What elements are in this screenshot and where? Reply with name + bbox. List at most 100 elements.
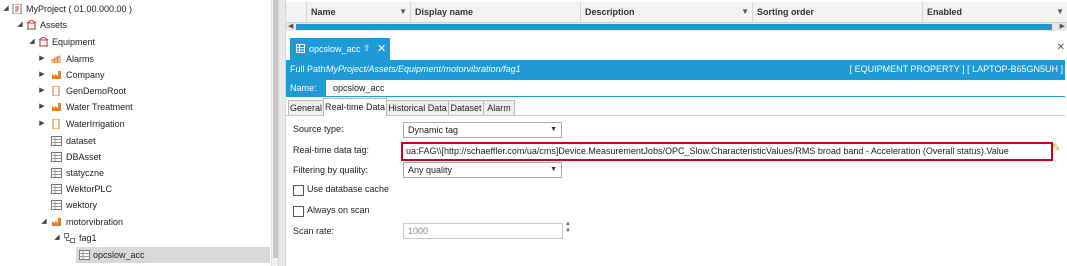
tree-label-equipment: Equipment: [52, 37, 96, 47]
tree-label-motorvibration: motorvibration: [66, 217, 124, 227]
scrollbar-thumb[interactable]: [296, 24, 1052, 30]
tab-dataset[interactable]: Dataset: [448, 100, 484, 115]
table-icon: [51, 152, 62, 162]
grid-column-description[interactable]: Description ▼: [580, 2, 752, 22]
filter-icon[interactable]: ▼: [399, 2, 407, 22]
tag-browse-icon[interactable]: ✎: [1052, 143, 1060, 154]
tree-item-water-treatment[interactable]: ▶ Water Treatment: [0, 99, 270, 115]
tree-item-company[interactable]: ▶ Company: [0, 67, 270, 83]
name-input[interactable]: opcslow_acc: [326, 80, 1065, 96]
asset-tree: ◢ MyProject ( 01.00.000.00 ) ◢ Assets ◢ …: [0, 0, 278, 266]
tree-scrollbar[interactable]: [271, 0, 278, 266]
grid-column-display-name[interactable]: Display name: [410, 2, 580, 22]
filter-icon[interactable]: ▼: [741, 2, 749, 22]
table-icon: [51, 136, 62, 146]
full-path-value: MyProject/Assets/Equipment/motorvibratio…: [326, 64, 521, 74]
expand-arrow-icon[interactable]: ▶: [38, 99, 46, 115]
grid-header: Name ▼ Display name Description ▼ Sortin…: [286, 2, 1067, 23]
tree-label-alarms: Alarms: [66, 54, 95, 64]
scan-rate-stepper[interactable]: ▲ ▼: [565, 221, 571, 235]
filter-icon[interactable]: ▼: [1056, 2, 1064, 22]
factory-icon: [52, 71, 61, 79]
tree-label-opcslow-acc: opcslow_acc: [93, 250, 145, 260]
tree-label-gendemoroot: GenDemoRoot: [66, 86, 127, 96]
tab-historical-data[interactable]: Historical Data: [386, 100, 449, 115]
factory-icon: [52, 103, 61, 111]
folder-icon: [52, 86, 60, 96]
panel-close-icon[interactable]: ✕: [1057, 42, 1065, 53]
collapse-arrow-icon[interactable]: ◢: [2, 1, 10, 17]
tree-item-wektory[interactable]: wektory: [0, 197, 270, 213]
expand-arrow-icon[interactable]: ▶: [38, 116, 46, 132]
collapse-arrow-icon[interactable]: ◢: [40, 214, 48, 230]
expand-arrow-icon[interactable]: ▶: [38, 67, 46, 83]
full-path-bar: Full Path: MyProject/Assets/Equipment/mo…: [286, 60, 1065, 79]
scroll-right-icon[interactable]: ▶: [1060, 23, 1065, 31]
expand-arrow-icon[interactable]: ▶: [38, 83, 46, 99]
tree-label-water-treatment: Water Treatment: [66, 102, 133, 112]
tree-item-assets[interactable]: ◢ Assets: [0, 17, 270, 33]
grid-column-sorting-order[interactable]: Sorting order: [752, 2, 922, 22]
column-label: Description: [585, 7, 635, 17]
full-path-label: Full Path:: [290, 64, 329, 74]
tab-general[interactable]: General: [288, 100, 324, 115]
tree-label-assets: Assets: [40, 20, 68, 30]
pin-icon[interactable]: ⇧: [363, 43, 371, 54]
tree-label-statyczne: statyczne: [66, 168, 105, 178]
grid-row-header: [286, 2, 306, 22]
expand-arrow-icon[interactable]: ▶: [38, 51, 46, 67]
tree-item-fag1[interactable]: ◢ fag1: [0, 230, 270, 246]
document-tab-title: opcslow_acc: [309, 44, 361, 54]
table-icon: [51, 184, 62, 194]
table-icon: [296, 44, 305, 53]
tree-item-dataset[interactable]: dataset: [0, 133, 270, 149]
grid-column-name[interactable]: Name ▼: [306, 2, 410, 22]
scroll-left-icon[interactable]: ◀: [288, 23, 293, 31]
document-tab[interactable]: opcslow_acc ⇧ ✕: [290, 38, 390, 60]
equipment-icon: [38, 37, 49, 47]
tree-item-waterirrigation[interactable]: ▶ WaterIrrigation: [0, 116, 270, 132]
source-type-value: Dynamic tag: [408, 125, 459, 135]
realtime-tag-label: Real-time data tag:: [293, 145, 370, 155]
tree-label-wektorplc: WektorPLC: [66, 184, 112, 194]
tab-real-time-data[interactable]: Real-time Data: [323, 98, 387, 116]
collapse-arrow-icon[interactable]: ◢: [28, 34, 36, 50]
tree-item-opcslow-acc[interactable]: opcslow_acc: [76, 247, 270, 263]
realtime-tag-input[interactable]: ua:FAG\\[http://schaeffler.com/ua/cms]De…: [401, 142, 1053, 161]
column-label: Name: [311, 7, 336, 17]
grid-column-enabled[interactable]: Enabled ▼: [922, 2, 1067, 22]
tab-alarm[interactable]: Alarm: [483, 100, 515, 115]
column-label: Display name: [415, 7, 474, 17]
name-bar: Name: opcslow_acc: [286, 79, 1065, 97]
project-icon: [12, 4, 22, 14]
device-network-icon: [64, 233, 75, 243]
factory-icon: [52, 218, 61, 226]
grid-horizontal-scrollbar[interactable]: ◀ ▶: [286, 23, 1067, 31]
panel-splitter[interactable]: [278, 0, 286, 266]
property-info: [ EQUIPMENT PROPERTY ] [ LAPTOP-B65GN5UH…: [849, 64, 1063, 74]
stepper-down-icon[interactable]: ▼: [565, 228, 571, 235]
close-icon[interactable]: ✕: [377, 42, 386, 55]
tree-item-motorvibration[interactable]: ◢ motorvibration: [0, 214, 270, 230]
name-label: Name:: [290, 83, 317, 93]
tree-label-project: MyProject ( 01.00.000.00 ): [26, 4, 133, 14]
source-type-label: Source type:: [293, 124, 344, 134]
tree-item-project[interactable]: ◢ MyProject ( 01.00.000.00 ): [0, 1, 270, 17]
assets-icon: [26, 20, 37, 30]
tree-label-dataset: dataset: [66, 136, 96, 146]
stepper-up-icon[interactable]: ▲: [565, 221, 571, 228]
table-icon: [79, 250, 90, 260]
tree-item-alarms[interactable]: ▶ Alarms: [0, 51, 270, 67]
tree-item-wektorplc[interactable]: WektorPLC: [0, 181, 270, 197]
tree-label-company: Company: [66, 70, 105, 80]
scan-rate-input[interactable]: 1000: [403, 223, 563, 239]
source-type-dropdown[interactable]: Dynamic tag ▼: [403, 122, 562, 138]
property-tabs: General Real-time Data Historical Data D…: [286, 98, 1065, 116]
tree-item-equipment[interactable]: ◢ Equipment: [0, 34, 270, 50]
collapse-arrow-icon[interactable]: ◢: [53, 230, 61, 246]
tree-item-statyczne[interactable]: statyczne: [0, 165, 270, 181]
tree-item-dbasset[interactable]: DBAsset: [0, 149, 270, 165]
tree-label-waterirrigation: WaterIrrigation: [66, 119, 125, 129]
collapse-arrow-icon[interactable]: ◢: [16, 17, 24, 33]
tree-item-gendemoroot[interactable]: ▶ GenDemoRoot: [0, 83, 270, 99]
